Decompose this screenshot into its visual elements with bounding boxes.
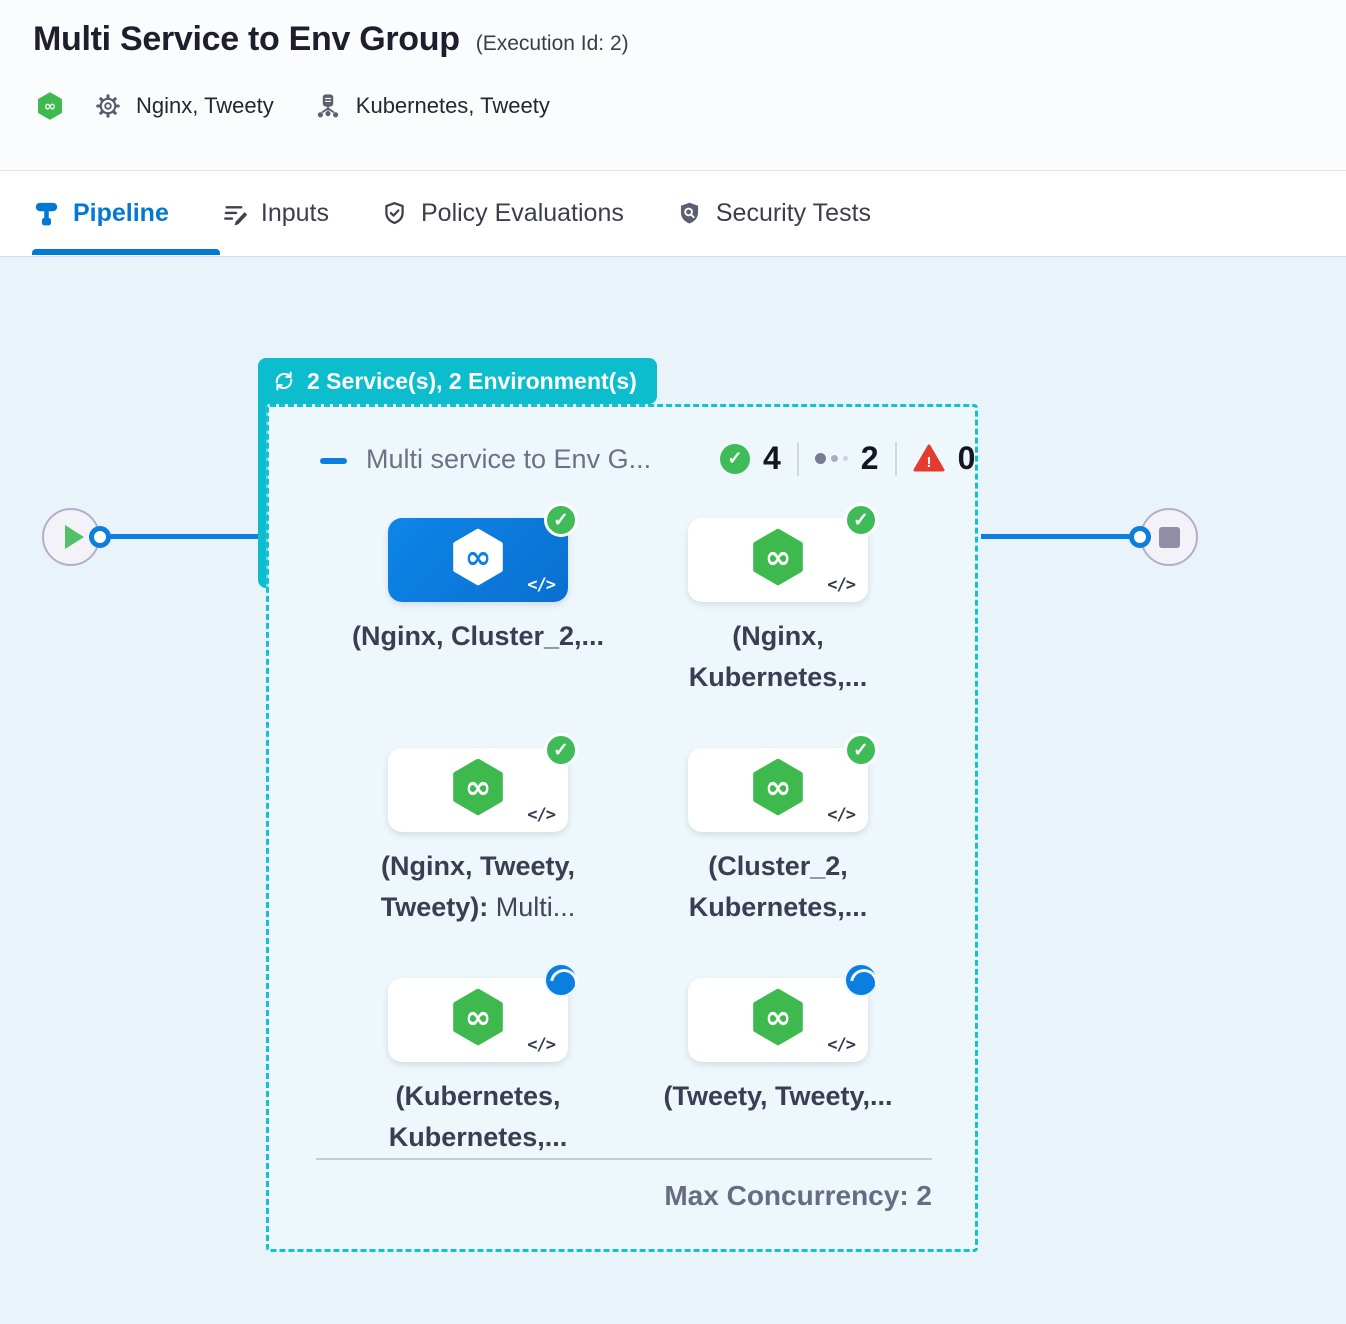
svg-text:∞: ∞ [465,998,492,1036]
services-label: Nginx, Tweety [136,93,274,119]
code-icon: </> [527,1035,555,1055]
stage-node-nginx-kubernetes[interactable]: ∞ </> ✓ [688,518,868,602]
tab-security-tests[interactable]: Security Tests [676,199,871,228]
tab-policy-evaluations[interactable]: Policy Evaluations [381,199,624,228]
page-header: Multi Service to Env Group (Execution Id… [0,0,1346,170]
failed-count: 0 [958,440,976,477]
status-running-spinner-icon [844,963,878,997]
running-count-icon [815,453,848,464]
tab-pipeline-label: Pipeline [73,199,169,228]
group-footer-divider [316,1158,932,1160]
play-icon [65,525,84,549]
stage-group-name[interactable]: Multi service to Env G... [366,444,651,475]
stage-group-badge-label: 2 Service(s), 2 Environment(s) [307,368,637,395]
svg-text:∞: ∞ [44,98,56,115]
code-icon: </> [827,575,855,595]
stage-node-label: (Nginx, Kubernetes,... [646,616,910,698]
harness-service-icon: ∞ [36,92,64,120]
execution-id: (Execution Id: 2) [476,32,629,56]
active-tab-indicator [32,249,220,255]
svg-text:∞: ∞ [465,768,492,806]
tab-inputs-label: Inputs [261,199,329,228]
collapse-group-button[interactable] [320,458,347,464]
stage-node-kubernetes-kubernetes[interactable]: ∞ </> [388,978,568,1062]
max-concurrency-label: Max Concurrency: 2 [560,1180,932,1212]
status-running-spinner-icon [544,963,578,997]
tab-inputs[interactable]: Inputs [221,199,329,228]
svg-text:∞: ∞ [765,538,792,576]
stop-icon [1159,527,1180,548]
tab-security-label: Security Tests [716,199,871,228]
svg-text:∞: ∞ [465,538,492,576]
pipeline-icon [33,200,60,227]
failed-count-icon: ! [913,444,945,473]
code-icon: </> [827,1035,855,1055]
stage-node-cluster2-kubernetes[interactable]: ∞ </> ✓ [688,748,868,832]
code-icon: </> [527,805,555,825]
status-success-icon: ✓ [544,733,578,767]
svg-text:!: ! [926,454,931,471]
stage-group-badge[interactable]: 2 Service(s), 2 Environment(s) [258,358,657,404]
stage-node-label: (Cluster_2, Kubernetes,... [646,846,910,928]
svg-text:∞: ∞ [765,768,792,806]
stage-node-nginx-tweety[interactable]: ∞ </> ✓ [388,748,568,832]
code-icon: </> [827,805,855,825]
stage-node-label: (Kubernetes, Kubernetes,... [346,1076,610,1158]
tab-policy-label: Policy Evaluations [421,199,624,228]
success-count: 4 [763,440,781,477]
connector-dot-left [89,526,111,548]
success-count-icon: ✓ [720,444,750,474]
gear-icon [94,92,122,120]
loop-icon [272,369,296,393]
stage-status-counts: ✓ 4 2 ! 0 [720,440,975,477]
connector-dot-right [1129,526,1151,548]
stage-node-tweety-tweety[interactable]: ∞ </> [688,978,868,1062]
tab-bar: Pipeline Inputs Policy Evaluations [0,170,1346,257]
stage-node-label: (Nginx, Tweety, Tweety): Multi... [346,846,610,928]
status-success-icon: ✓ [844,503,878,537]
status-success-icon: ✓ [544,503,578,537]
environments-label: Kubernetes, Tweety [356,93,550,119]
inputs-icon [221,200,248,227]
stage-node-nginx-cluster2[interactable]: ∞ </> ✓ [388,518,568,602]
running-count: 2 [861,440,879,477]
code-icon: </> [527,575,555,595]
connector-line-left [100,534,266,539]
environments-icon [314,92,342,120]
connector-line-right [981,534,1131,539]
shield-search-icon [676,200,703,227]
status-success-icon: ✓ [844,733,878,767]
svg-text:∞: ∞ [765,998,792,1036]
stage-node-label: (Nginx, Cluster_2,... [346,616,610,657]
shield-check-icon [381,200,408,227]
stage-node-label: (Tweety, Tweety,... [646,1076,910,1117]
pipeline-canvas[interactable]: 2 Service(s), 2 Environment(s) Multi ser… [0,258,1346,1324]
page-title: Multi Service to Env Group [33,20,460,59]
tab-pipeline[interactable]: Pipeline [33,199,169,228]
